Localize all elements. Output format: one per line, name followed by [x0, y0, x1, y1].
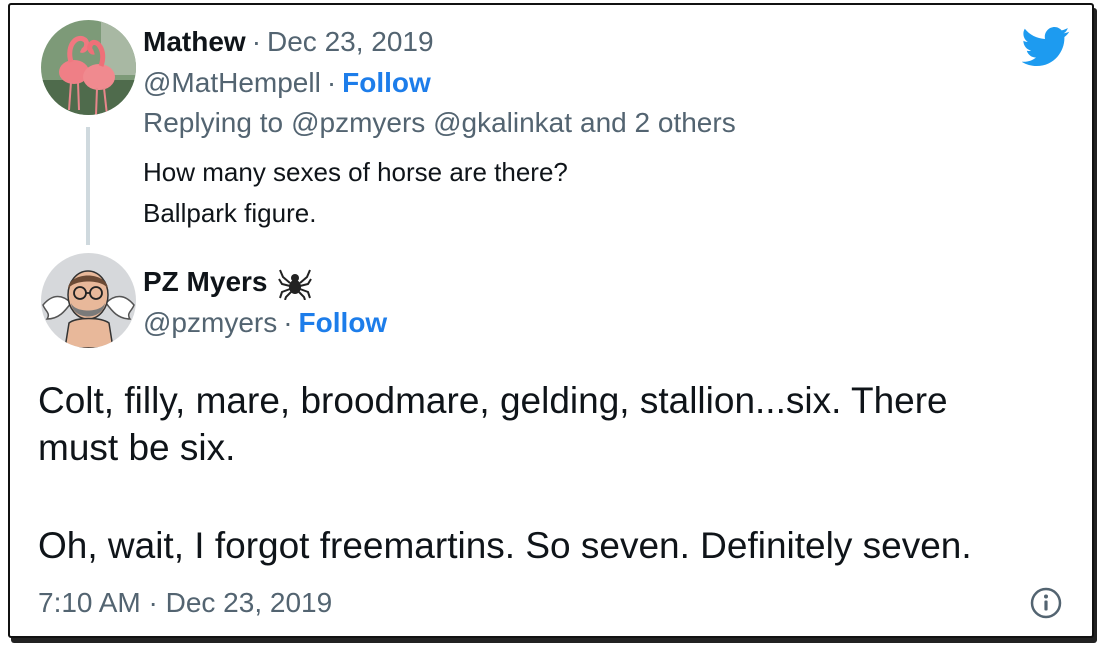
replying-to-line: Replying to @pzmyers @gkalinkat and 2 ot… — [143, 107, 736, 139]
flamingo-avatar-image — [41, 20, 136, 115]
author-handle[interactable]: @pzmyers — [143, 307, 277, 339]
separator-dot: · — [326, 67, 337, 98]
first-tweet-handle-row: @MatHempell · Follow — [143, 67, 431, 99]
tweet-timestamp[interactable]: 7:10 AM · Dec 23, 2019 — [38, 587, 332, 619]
second-tweet-header: PZ Myers — [143, 266, 312, 300]
avatar-mathew[interactable] — [41, 20, 136, 115]
first-tweet-text-line2: Ballpark figure. — [143, 198, 317, 228]
author-handle[interactable]: @MatHempell — [143, 67, 321, 99]
tweet-text-line2: must be six. — [38, 427, 236, 468]
replying-prefix: Replying to — [143, 107, 284, 138]
first-tweet-header: Mathew · Dec 23, 2019 — [143, 26, 434, 58]
avatar-pzmyers[interactable] — [41, 253, 136, 348]
tweet-date[interactable]: Dec 23, 2019 — [267, 26, 434, 58]
separator-dot: · — [283, 307, 293, 338]
first-tweet-text-line1: How many sexes of horse are there? — [143, 157, 568, 187]
separator-dot: · — [251, 26, 262, 57]
replying-mentions[interactable]: @pzmyers @gkalinkat — [291, 107, 572, 139]
follow-button[interactable]: Follow — [342, 67, 431, 99]
second-tweet-handle-row: @pzmyers · Follow — [143, 307, 387, 339]
thread-connector-line — [86, 127, 90, 245]
replying-others[interactable]: and 2 others — [580, 107, 736, 139]
info-icon[interactable] — [1029, 586, 1063, 620]
spider-icon — [277, 269, 312, 300]
twitter-bird-icon[interactable] — [1022, 27, 1070, 67]
tweet-embed-card: Mathew · Dec 23, 2019 @MatHempell · Foll… — [8, 3, 1094, 638]
tweet-text-line1: Colt, filly, mare, broodmare, gelding, s… — [38, 380, 948, 421]
author-name[interactable]: PZ Myers — [143, 266, 268, 298]
tweet-text-paragraph2: Oh, wait, I forgot freemartins. So seven… — [38, 525, 972, 566]
author-name[interactable]: Mathew — [143, 26, 246, 58]
cartoon-avatar-image — [41, 253, 136, 348]
follow-button[interactable]: Follow — [299, 307, 388, 339]
